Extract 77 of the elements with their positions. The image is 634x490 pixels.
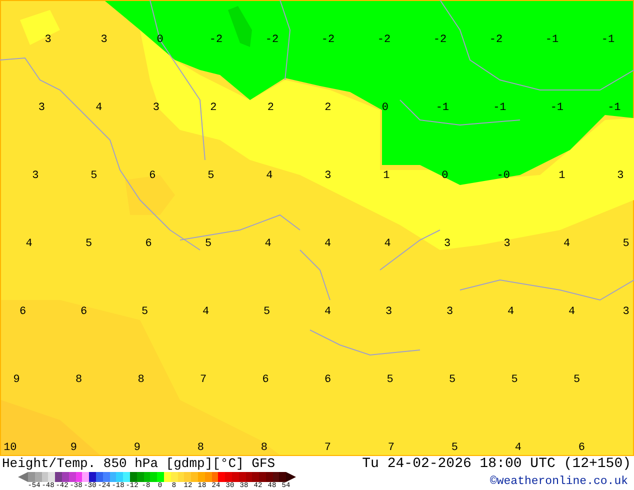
temperature-label: 0 <box>382 102 388 114</box>
temperature-label: 4 <box>508 306 514 318</box>
temperature-label: 8 <box>260 442 268 454</box>
temperature-label: 5 <box>451 442 458 454</box>
temperature-label: -1 <box>545 34 559 46</box>
temperature-label: 4 <box>564 238 570 250</box>
temperature-label: 3 <box>622 306 630 318</box>
timestamp: Tu 24-02-2026 18:00 UTC (12+150) <box>362 457 631 472</box>
temperature-label: 5 <box>573 374 580 386</box>
temperature-label: 5 <box>90 170 98 182</box>
temperature-label: 4 <box>568 306 576 318</box>
temperature-label: 3 <box>617 170 624 182</box>
temperature-label: 4 <box>384 238 391 250</box>
temperature-label: 3 <box>32 170 39 182</box>
temperature-label: 6 <box>149 170 156 182</box>
temperature-label: 7 <box>200 374 207 386</box>
temperature-label: -2 <box>265 34 279 46</box>
copyright-link[interactable]: ©weatheronline.co.uk <box>490 475 628 488</box>
temperature-label: 5 <box>86 238 92 250</box>
temperature-label: 8 <box>197 442 204 454</box>
temperature-label: 6 <box>80 306 88 318</box>
temperature-label: 1 <box>558 170 566 182</box>
temperature-label: 5 <box>205 238 212 250</box>
temperature-label: 8 <box>138 374 144 386</box>
temperature-label: 9 <box>134 442 140 454</box>
temperature-label: 3 <box>324 170 332 182</box>
temperature-label: 4 <box>324 238 332 250</box>
temperature-label: 5 <box>386 374 394 386</box>
temperature-label: 5 <box>264 306 270 318</box>
temperature-label: 6 <box>324 374 332 386</box>
temperature-label: 10 <box>4 442 17 454</box>
temperature-label: 1 <box>383 170 390 182</box>
temperature-label: 4 <box>514 442 522 454</box>
temperature-label: -2 <box>433 34 447 46</box>
temperature-label: -1 <box>608 102 621 114</box>
temperature-label: 3 <box>100 34 108 46</box>
temperature-label: 5 <box>142 306 148 318</box>
temperature-label: 6 <box>145 238 152 250</box>
temperature-label: 2 <box>267 102 274 114</box>
temperature-label: -1 <box>601 34 615 46</box>
temperature-label: 6 <box>578 442 585 454</box>
temperature-label: -2 <box>321 34 335 46</box>
temperature-label: 4 <box>26 238 32 250</box>
temperature-label: 6 <box>262 374 269 386</box>
temperature-label: 4 <box>202 306 210 318</box>
temperature-label: 4 <box>96 102 102 114</box>
temperature-label: 3 <box>38 102 45 114</box>
temperature-label: 5 <box>448 374 456 386</box>
temperature-label: 2 <box>324 102 332 114</box>
temperature-label: -1 <box>493 102 506 114</box>
temperature-label: 5 <box>511 374 518 386</box>
temperature-label: 7 <box>388 442 394 454</box>
temperature-label: -2 <box>489 34 503 46</box>
temperature-label: 3 <box>386 306 392 318</box>
temperature-label: -1 <box>436 102 450 114</box>
temperature-label: 3 <box>152 102 160 114</box>
colorbar-arrow-icon <box>286 472 296 482</box>
temperature-label: 4 <box>324 306 332 318</box>
temperature-label: 9 <box>13 374 20 386</box>
temperature-label: 3 <box>444 238 451 250</box>
temperature-label: 7 <box>324 442 331 454</box>
temperature-label: 3 <box>446 306 454 318</box>
temperature-label: -2 <box>209 34 223 46</box>
temperature-label: 2 <box>210 102 217 114</box>
temperature-label: 4 <box>266 170 273 182</box>
temperature-label: 6 <box>20 306 26 318</box>
temperature-label: 3 <box>44 34 52 46</box>
temperature-label: -1 <box>550 102 564 114</box>
chart-title: Height/Temp. 850 hPa [gdmp][°C] GFS <box>2 457 276 471</box>
temperature-label: 5 <box>208 170 214 182</box>
temperature-label: 4 <box>264 238 272 250</box>
temperature-label: 5 <box>622 238 630 250</box>
temperature-label: 3 <box>504 238 510 250</box>
temperature-label: 9 <box>70 442 77 454</box>
colorbar-arrow-icon <box>18 472 28 482</box>
temperature-label: 8 <box>75 374 82 386</box>
temperature-label: -2 <box>377 34 391 46</box>
